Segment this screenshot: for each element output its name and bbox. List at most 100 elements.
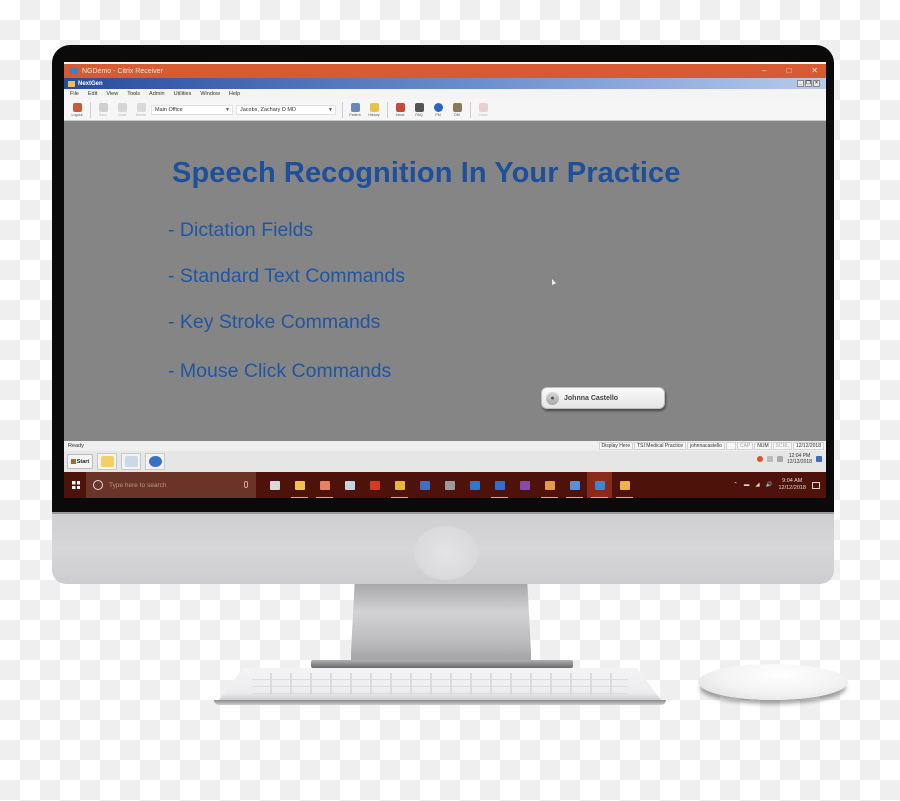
patient-button[interactable]: Patient — [346, 102, 364, 117]
mdi-restore-icon[interactable]: ❐ — [805, 80, 812, 87]
chevron-up-icon[interactable]: ⌃ — [733, 482, 738, 488]
toolbar-separator — [387, 101, 388, 118]
menu-admin[interactable]: Admin — [149, 91, 165, 97]
taskbar-app-citrix[interactable] — [587, 472, 612, 498]
save-button[interactable]: Save — [94, 102, 112, 117]
windows-start-button[interactable] — [66, 472, 86, 498]
toolbar-separator — [90, 101, 91, 118]
mdi-close-icon[interactable]: × — [813, 80, 820, 87]
microphone-icon[interactable] — [244, 481, 248, 488]
monitor-chin — [52, 512, 834, 584]
remote-start-button[interactable]: Start — [67, 454, 93, 469]
system-clock[interactable]: 9:04 AM 12/12/2018 — [778, 478, 806, 492]
monitor-stand — [351, 584, 531, 664]
close-icon[interactable]: ✕ — [811, 66, 818, 75]
taskbar-app-onenote[interactable] — [512, 472, 537, 498]
statusbar: Ready Display Here TSI Medical Practice … — [64, 441, 826, 451]
store-icon — [569, 480, 580, 490]
mouse-cursor-icon — [552, 279, 556, 285]
menu-tools[interactable]: Tools — [127, 91, 140, 97]
pinned-apps — [262, 472, 637, 498]
action-center-icon[interactable] — [812, 481, 820, 489]
search-box[interactable]: Type here to search — [86, 472, 256, 498]
citrix-window-title: NGDemo - Citrix Receiver — [82, 67, 163, 75]
taskbar-app-paint[interactable] — [612, 472, 637, 498]
paint-icon — [619, 480, 630, 490]
citrix-receiver-icon — [70, 68, 78, 74]
pm-button[interactable]: PM — [429, 102, 447, 117]
windows-flag-icon — [70, 459, 76, 464]
minimize-icon[interactable]: – — [762, 66, 766, 75]
keyboard — [216, 668, 664, 704]
edge-icon — [494, 480, 505, 490]
menu-edit[interactable]: Edit — [88, 91, 97, 97]
keyboard-base — [214, 700, 666, 705]
taskbar-app-task-view[interactable] — [262, 472, 287, 498]
taskbar-app-chrome[interactable] — [387, 472, 412, 498]
menu-utilities[interactable]: Utilities — [174, 91, 192, 97]
network-tray-icon — [776, 456, 783, 462]
taskbar-app-snagit[interactable] — [312, 472, 337, 498]
task-view-icon — [269, 480, 280, 490]
mdi-controls: _ ❐ × — [797, 80, 820, 87]
history-label: History — [368, 112, 380, 117]
windows-taskbar: Type here to search ⌃ ▬ ◢ 🔊 9:04 AM 12/1… — [64, 472, 826, 498]
cortana-icon — [93, 480, 103, 490]
logout-button[interactable]: Logout — [68, 102, 86, 117]
status-panel-scrl: SCRL — [772, 442, 792, 450]
system-clock-date: 12/12/2018 — [778, 485, 806, 491]
onenote-icon — [519, 480, 530, 490]
magic-mouse — [698, 664, 848, 700]
logout-icon — [72, 102, 82, 112]
close-document-button[interactable]: Close — [474, 102, 492, 117]
outlook-icon — [469, 480, 480, 490]
mdi-minimize-icon[interactable]: _ — [797, 80, 804, 87]
battery-icon[interactable]: ▬ — [744, 482, 750, 488]
remote-app-folder[interactable] — [97, 453, 117, 470]
desktop-icon[interactable] — [816, 456, 822, 462]
taskbar-app-excel[interactable] — [437, 472, 462, 498]
taskbar-app-acrobat[interactable] — [362, 472, 387, 498]
pm-label: PM — [435, 112, 441, 117]
taskbar-app-network[interactable] — [337, 472, 362, 498]
taskbar-app-edge[interactable] — [487, 472, 512, 498]
delete-button[interactable]: Delete — [132, 102, 150, 117]
paq-button[interactable]: PAQ — [410, 102, 428, 117]
menu-file[interactable]: File — [70, 91, 79, 97]
menubar: File Edit View Tools Admin Utilities Win… — [64, 89, 826, 99]
taskbar-app-file-explorer[interactable] — [287, 472, 312, 498]
antivirus-icon — [756, 456, 763, 462]
maximize-icon[interactable]: □ — [786, 66, 791, 75]
dictation-widget[interactable]: ● Johnna Castello — [541, 387, 665, 409]
word-icon — [419, 480, 430, 490]
monitor-stand-foot — [311, 660, 573, 668]
paq-icon — [414, 102, 424, 112]
taskbar-app-word[interactable] — [412, 472, 437, 498]
dm-button[interactable]: DM — [448, 102, 466, 117]
remote-app-ie-history[interactable] — [121, 453, 141, 470]
remote-app-globe[interactable] — [145, 453, 165, 470]
history-button[interactable]: History — [365, 102, 383, 117]
settings-app-icon — [544, 480, 555, 490]
menu-window[interactable]: Window — [200, 91, 220, 97]
excel-icon — [444, 480, 455, 490]
volume-icon[interactable]: 🔊 — [766, 482, 773, 488]
taskbar-app-settings-app[interactable] — [537, 472, 562, 498]
globe-icon — [148, 456, 162, 467]
location-select[interactable]: Main Office ▼ — [151, 104, 233, 115]
slide-title: Speech Recognition In Your Practice — [172, 157, 681, 189]
inbox-button[interactable]: Inbox — [391, 102, 409, 117]
clear-button[interactable]: Clear — [113, 102, 131, 117]
taskbar-app-store[interactable] — [562, 472, 587, 498]
microphone-icon[interactable]: ● — [546, 391, 559, 405]
flag-icon — [766, 456, 773, 462]
logout-label: Logout — [71, 112, 83, 117]
wifi-icon[interactable]: ◢ — [755, 482, 759, 488]
patient-icon — [350, 102, 360, 112]
apple-logo-icon — [414, 526, 478, 580]
menu-help[interactable]: Help — [229, 91, 240, 97]
taskbar-app-outlook[interactable] — [462, 472, 487, 498]
menu-view[interactable]: View — [106, 91, 118, 97]
dm-label: DM — [454, 112, 460, 117]
provider-select[interactable]: Jacobs, Zachary D MD ▼ — [236, 104, 336, 115]
